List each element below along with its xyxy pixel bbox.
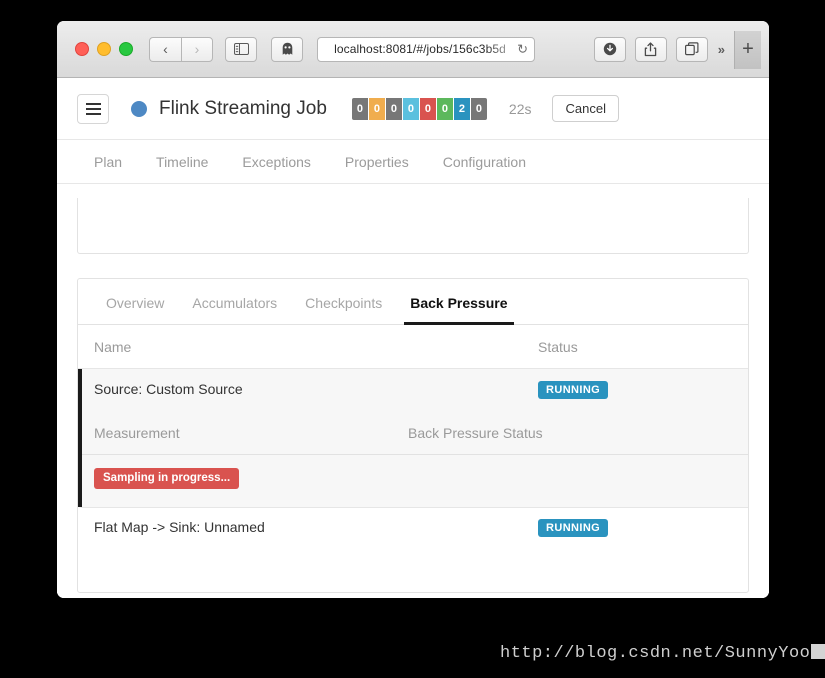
detail-body-row: Sampling in progress...: [82, 455, 748, 489]
tab-configuration[interactable]: Configuration: [426, 154, 543, 170]
maximize-window-button[interactable]: [119, 42, 133, 56]
table-row[interactable]: Flat Map -> Sink: Unnamed RUNNING: [78, 506, 748, 547]
flink-dashboard: Flink Streaming Job 0 0 0 0 0 0 2 0 22s …: [57, 78, 769, 598]
sidebar-toggle-icon[interactable]: [225, 36, 257, 62]
cancel-job-button[interactable]: Cancel: [552, 95, 619, 122]
job-status-badges: 0 0 0 0 0 0 2 0: [351, 97, 487, 120]
watermark: http://blog.csdn.net/SunnyYoo: [500, 644, 825, 663]
forward-button[interactable]: ›: [181, 36, 213, 62]
status-badge: 0: [385, 97, 402, 120]
status-badge: 0: [419, 97, 436, 120]
page-title: Flink Streaming Job: [159, 97, 327, 119]
navigation-buttons: ‹ ›: [149, 36, 213, 62]
tab-back-pressure[interactable]: Back Pressure: [396, 295, 521, 325]
job-status-dot: [131, 100, 147, 117]
toolbar-right-actions: » +: [585, 30, 761, 69]
tab-plan[interactable]: Plan: [77, 154, 139, 170]
hamburger-icon[interactable]: [77, 93, 109, 124]
column-header-status: Status: [538, 339, 578, 355]
screenshot-root: ‹ › localhost:8081/#/jobs/156c3b5d ↻ » +…: [0, 0, 825, 678]
back-pressure-detail: Measurement Back Pressure Status Samplin…: [78, 409, 748, 507]
job-plan-panel: [77, 198, 749, 254]
share-icon[interactable]: [634, 36, 667, 62]
status-badge: 0: [368, 97, 385, 120]
status-badge: 0: [470, 97, 487, 120]
window-controls: [75, 42, 133, 56]
detail-header-row: Measurement Back Pressure Status: [82, 409, 748, 455]
watermark-text: http://blog.csdn.net/SunnyYoo: [500, 644, 811, 663]
tab-overview[interactable]: Overview: [92, 295, 178, 324]
tab-timeline[interactable]: Timeline: [139, 154, 225, 170]
vertex-detail-panel: Overview Accumulators Checkpoints Back P…: [77, 278, 749, 593]
status-badge: 0: [351, 97, 368, 120]
address-bar[interactable]: localhost:8081/#/jobs/156c3b5d ↻: [317, 36, 535, 62]
vertex-detail-tabs: Overview Accumulators Checkpoints Back P…: [78, 279, 748, 325]
close-window-button[interactable]: [75, 42, 89, 56]
tab-properties[interactable]: Properties: [328, 154, 426, 170]
reload-icon[interactable]: ↻: [517, 43, 528, 56]
vertex-name: Flat Map -> Sink: Unnamed: [94, 519, 265, 535]
tab-exceptions[interactable]: Exceptions: [225, 154, 327, 170]
back-pressure-table: Name Status Source: Custom Source RUNNIN…: [78, 325, 748, 547]
tab-accumulators[interactable]: Accumulators: [178, 295, 291, 324]
browser-window: ‹ › localhost:8081/#/jobs/156c3b5d ↻ » +…: [57, 21, 769, 598]
job-duration: 22s: [508, 100, 532, 117]
tab-checkpoints[interactable]: Checkpoints: [291, 295, 396, 324]
job-nav-tabs: Plan Timeline Exceptions Properties Conf…: [57, 140, 769, 184]
toolbar-overflow-icon[interactable]: »: [718, 42, 725, 57]
vertex-name: Source: Custom Source: [94, 381, 243, 397]
downloads-icon[interactable]: [593, 36, 626, 62]
status-badge: 0: [436, 97, 453, 120]
status-badge: RUNNING: [538, 380, 609, 399]
status-badge: 0: [402, 97, 419, 120]
ghost-icon[interactable]: [271, 36, 303, 62]
job-header: Flink Streaming Job 0 0 0 0 0 0 2 0 22s …: [57, 78, 769, 140]
back-button[interactable]: ‹: [149, 36, 181, 62]
vertex-status-cell: RUNNING: [538, 380, 748, 399]
column-header-back-pressure-status: Back Pressure Status: [408, 425, 543, 441]
url-text: localhost:8081/#/jobs/156c3b5d: [334, 42, 506, 56]
status-badge: RUNNING: [538, 518, 609, 537]
new-tab-button[interactable]: +: [734, 30, 761, 69]
sampling-status-badge: Sampling in progress...: [94, 468, 240, 489]
job-body: Overview Accumulators Checkpoints Back P…: [57, 184, 769, 598]
vertex-status-cell: RUNNING: [538, 518, 748, 537]
table-row[interactable]: Source: Custom Source RUNNING: [78, 369, 748, 409]
watermark-block: [811, 644, 825, 659]
column-header-name: Name: [94, 339, 132, 355]
status-badge: 2: [453, 97, 470, 120]
table-header-row: Name Status: [78, 325, 748, 369]
column-header-measurement: Measurement: [94, 425, 180, 441]
minimize-window-button[interactable]: [97, 42, 111, 56]
browser-toolbar: ‹ › localhost:8081/#/jobs/156c3b5d ↻ » +: [57, 21, 769, 78]
show-all-tabs-icon[interactable]: [675, 36, 708, 62]
